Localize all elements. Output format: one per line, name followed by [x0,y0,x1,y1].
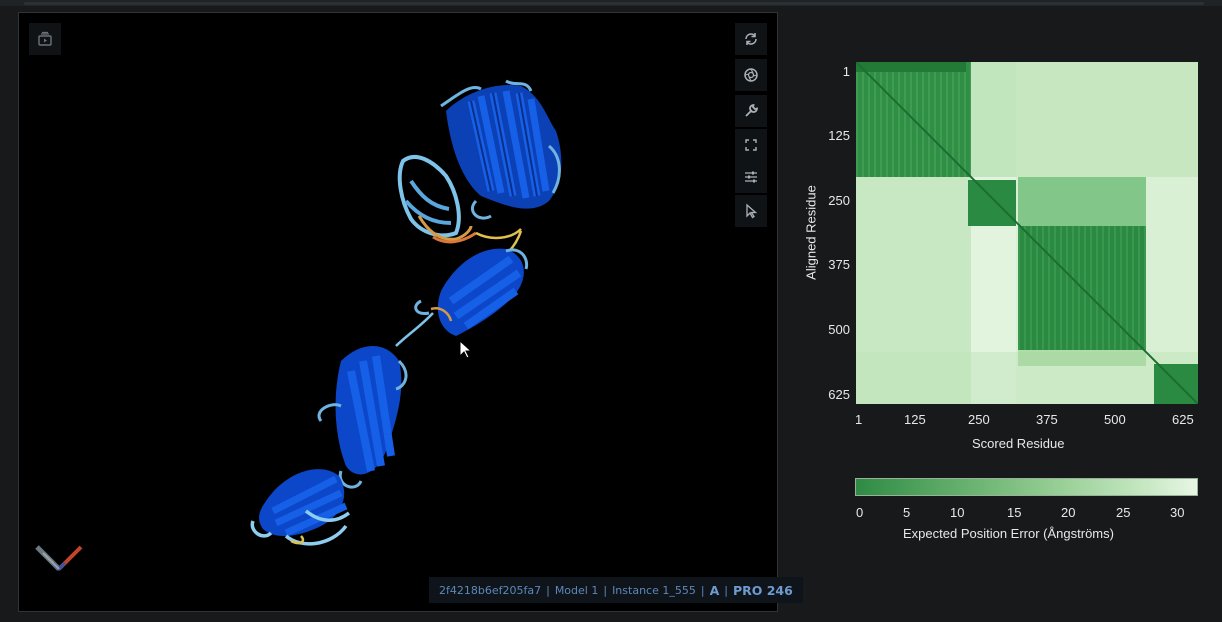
selection-mode-icon [746,203,758,219]
separator: | [700,583,705,597]
orientation-axes-icon [35,545,83,572]
x-tick-label: 375 [1036,412,1058,427]
domain-lower [317,346,408,489]
entry-id[interactable]: 2f4218b6ef205fa7 [439,584,541,597]
colorbar-tick: 20 [1061,505,1076,520]
colorbar [855,478,1198,496]
protein-structure-render[interactable] [19,13,779,613]
screenshot-icon [744,68,758,82]
chain-label[interactable]: A [710,583,720,598]
y-tick-label: 500 [828,322,850,337]
y-tick-label: 1 [842,64,850,79]
y-axis-label: Aligned Residue [803,185,819,280]
x-tick-label: 125 [904,412,926,427]
instance-label[interactable]: Instance 1_555 [612,584,696,597]
y-tick-label: 125 [828,128,850,143]
x-tick-label: 250 [968,412,990,427]
selection-status-bar: 2f4218b6ef205fa7 | Model 1 | Instance 1_… [429,577,803,603]
domain-bottom [250,469,351,546]
colorbar-tick: 0 [856,505,864,520]
separator: | [724,583,728,597]
separator: | [603,583,608,597]
settings-sliders-icon [745,171,757,183]
domain-barrel [440,79,562,220]
x-tick-label: 625 [1172,412,1194,427]
animation-button[interactable] [29,23,61,55]
domain-middle [414,248,529,336]
animation-icon [38,31,52,46]
tools-button[interactable] [735,95,767,127]
separator: | [546,583,550,597]
x-axis-label: Scored Residue [972,436,1065,451]
x-tick-label: 500 [1104,412,1126,427]
colorbar-tick: 10 [950,505,965,520]
fullscreen-button[interactable] [735,129,767,161]
reset-camera-button[interactable] [735,23,767,55]
selection-mode-button[interactable] [735,195,767,227]
fullscreen-icon [745,139,757,151]
settings-button[interactable] [735,161,767,193]
reset-camera-icon [745,33,757,45]
residue-label[interactable]: PRO 246 [733,583,793,598]
colorbar-tick: 5 [903,505,911,520]
molstar-viewer[interactable]: 2f4218b6ef205fa7 | Model 1 | Instance 1_… [18,12,803,613]
pae-heatmap[interactable] [856,62,1198,404]
y-tick-label: 375 [828,257,850,272]
y-tick-label: 250 [828,193,850,208]
colorbar-tick: 30 [1170,505,1185,520]
top-scroll-track [24,2,1204,5]
model-label[interactable]: Model 1 [555,584,599,597]
colorbar-label: Expected Position Error (Ångströms) [903,526,1114,541]
top-bar [0,0,1222,6]
wrench-icon [745,104,758,117]
linker-2 [395,312,434,347]
colorbar-tick: 25 [1116,505,1131,520]
screenshot-button[interactable] [735,59,767,91]
x-tick-label: 1 [855,412,863,427]
y-tick-label: 625 [828,387,850,402]
mouse-cursor-icon [459,340,473,359]
colorbar-tick: 15 [1007,505,1022,520]
